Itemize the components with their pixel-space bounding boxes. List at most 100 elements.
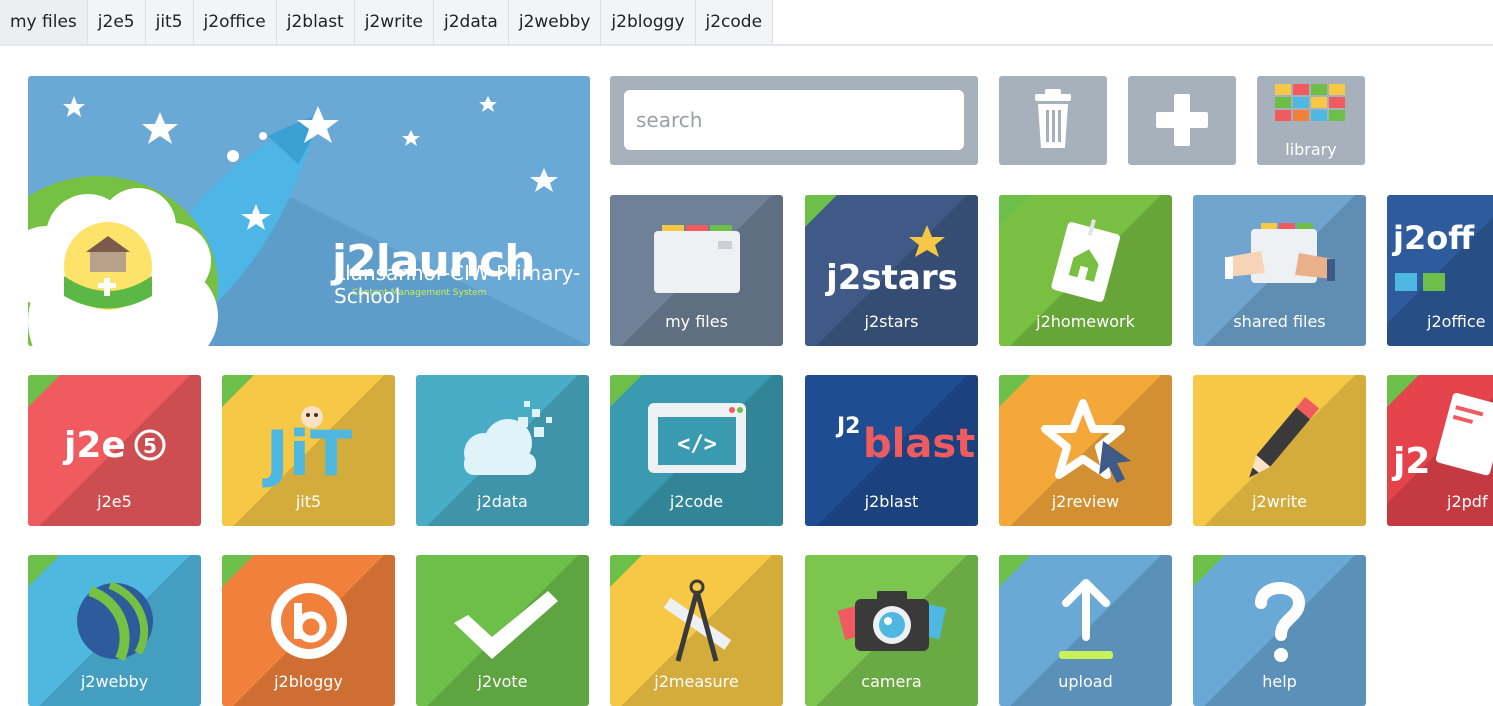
corner-badge [610, 375, 642, 407]
code-symbol-text: </> [677, 432, 717, 457]
j2e5-logo-text: j2e [62, 425, 126, 466]
corner-badge [28, 555, 60, 587]
nav-list: my files j2e5 jit5 j2office j2blast j2wr… [0, 0, 774, 44]
tile-label: j2review [1051, 492, 1120, 511]
nav-item-my-files[interactable]: my files [0, 0, 88, 44]
tile-label: j2office [1427, 312, 1486, 331]
corner-badge [1193, 555, 1225, 587]
j2e5-logo-icon: j2e 5 [60, 397, 170, 485]
tile-label: j2e5 [97, 492, 132, 511]
corner-badge [222, 375, 254, 407]
compass-ruler-icon [642, 577, 752, 665]
tile-my-files[interactable]: my files [610, 195, 783, 346]
delete-button[interactable] [999, 76, 1107, 165]
nav-item-j2blast[interactable]: j2blast [276, 0, 355, 44]
search-panel [610, 76, 978, 165]
j2office-logo-text: j2off [1391, 219, 1475, 257]
tile-label: jit5 [295, 492, 322, 511]
tile-label: j2data [477, 492, 528, 511]
question-mark-icon [1225, 577, 1335, 665]
tile-label: help [1262, 672, 1297, 691]
tile-label: shared files [1233, 312, 1326, 331]
nav-item-j2bloggy[interactable]: j2bloggy [601, 0, 696, 44]
tile-label: j2webby [80, 672, 149, 691]
tile-j2code[interactable]: </> j2code [610, 375, 783, 526]
tile-label: j2write [1252, 492, 1307, 511]
tile-shared-files[interactable]: shared files [1193, 195, 1366, 346]
pencil-icon [1225, 396, 1335, 485]
school-name: Llansannor-CIW-Primary-School [334, 261, 581, 308]
j2blast-logo-icon: J2 blast [835, 397, 975, 485]
plus-icon [1156, 94, 1208, 146]
j2e5-logo-number: 5 [143, 434, 157, 458]
tile-label: j2measure [654, 672, 739, 691]
tile-label: j2code [669, 492, 724, 511]
tile-j2office[interactable]: j2off j2office [1387, 195, 1493, 346]
folder-icon [642, 217, 752, 305]
blog-b-icon [254, 577, 364, 665]
corner-badge [28, 375, 60, 407]
school-logo [52, 210, 164, 322]
tile-j2stars[interactable]: j2stars j2stars [805, 195, 978, 346]
jit-logo-icon: JiT [254, 397, 364, 490]
homework-tag-icon [1031, 217, 1141, 305]
tile-j2measure[interactable]: j2measure [610, 555, 783, 706]
camera-icon [837, 577, 947, 665]
corner-badge [999, 195, 1031, 227]
tile-label: j2vote [477, 672, 528, 691]
corner-badge [222, 555, 254, 587]
tile-j2pdf[interactable]: j2 j2pdf [1387, 375, 1493, 526]
corner-badge [805, 195, 837, 227]
corner-badge [416, 555, 448, 587]
tile-j2bloggy[interactable]: j2bloggy [222, 555, 395, 706]
star-cursor-icon [1031, 397, 1141, 485]
corner-badge [999, 555, 1031, 587]
library-button[interactable]: library [1257, 76, 1365, 165]
tile-j2e5[interactable]: j2e 5 j2e5 [28, 375, 201, 526]
tile-label: j2pdf [1447, 492, 1488, 511]
checkmark-icon [448, 577, 558, 665]
tile-j2review[interactable]: j2review [999, 375, 1172, 526]
add-button[interactable] [1128, 76, 1236, 165]
trash-icon [1035, 89, 1071, 148]
top-nav: my files j2e5 jit5 j2office j2blast j2wr… [0, 0, 1493, 46]
data-cloud-icon [448, 397, 558, 485]
code-window-icon: </> [642, 397, 752, 485]
j2launch-hero-banner: j2launch Content Management System Llans… [28, 76, 590, 346]
nav-item-j2office[interactable]: j2office [193, 0, 277, 44]
tile-j2write[interactable]: j2write [1193, 375, 1366, 526]
tile-j2blast[interactable]: J2 blast j2blast [805, 375, 978, 526]
nav-item-j2webby[interactable]: j2webby [508, 0, 602, 44]
tile-label: j2stars [864, 312, 919, 331]
upload-arrow-icon [1031, 577, 1141, 665]
tile-j2webby[interactable]: j2webby [28, 555, 201, 706]
tile-camera[interactable]: camera [805, 555, 978, 706]
nav-item-j2data[interactable]: j2data [434, 0, 509, 44]
nav-item-j2write[interactable]: j2write [354, 0, 435, 44]
svg-text:J2: J2 [835, 414, 861, 439]
tile-label: j2homework [1036, 312, 1135, 331]
j2blast-logo-text: blast [863, 421, 975, 467]
tile-upload[interactable]: upload [999, 555, 1172, 706]
corner-badge [999, 375, 1031, 407]
tile-jit5[interactable]: JiT jit5 [222, 375, 395, 526]
tile-label: my files [665, 312, 728, 331]
library-label: library [1285, 140, 1337, 159]
search-input[interactable] [624, 90, 964, 150]
nav-item-j2e5[interactable]: j2e5 [87, 0, 146, 44]
nav-item-jit5[interactable]: jit5 [145, 0, 194, 44]
jit-logo-text: JiT [261, 417, 352, 490]
j2stars-logo-text: j2stars [824, 258, 958, 298]
j2stars-logo-icon: j2stars [824, 217, 957, 305]
globe-icon [60, 577, 170, 665]
tile-j2homework[interactable]: j2homework [999, 195, 1172, 346]
tile-j2data[interactable]: j2data [416, 375, 589, 526]
tile-j2vote[interactable]: j2vote [416, 555, 589, 706]
tile-label: upload [1058, 672, 1113, 691]
tile-label: j2bloggy [274, 672, 343, 691]
tile-label: camera [861, 672, 922, 691]
tile-help[interactable]: help [1193, 555, 1366, 706]
shared-folder-hands-icon [1224, 217, 1335, 305]
j2pdf-logo-text: j2 [1391, 441, 1430, 482]
nav-item-j2code[interactable]: j2code [695, 0, 774, 44]
